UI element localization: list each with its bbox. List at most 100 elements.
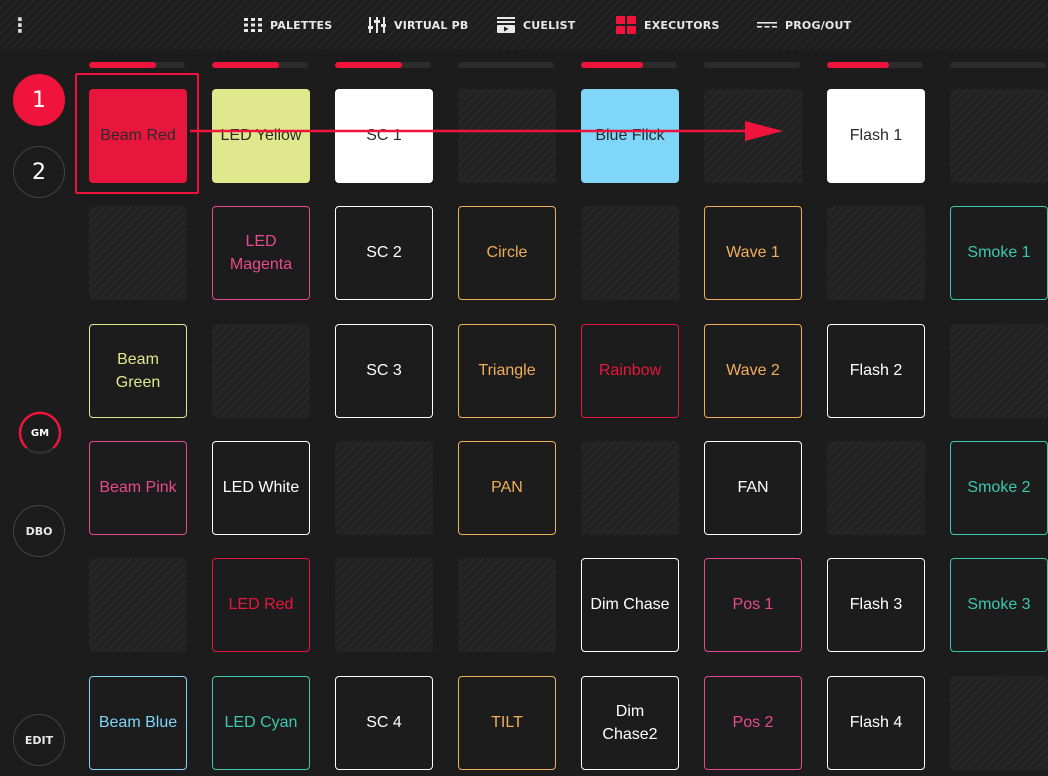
column-level-bar: [581, 62, 677, 68]
executor-pad-empty[interactable]: [950, 324, 1048, 418]
executor-pad[interactable]: SC 3: [335, 324, 433, 418]
executor-pad-label: FAN: [737, 479, 769, 497]
executor-pad-empty[interactable]: [704, 89, 802, 183]
executor-pad-label: SC 1: [366, 127, 402, 145]
executor-pad-empty[interactable]: [89, 206, 187, 300]
executor-pad[interactable]: Smoke 3: [950, 558, 1048, 652]
executor-pad[interactable]: Dim Chase: [581, 558, 679, 652]
executor-pad[interactable]: Triangle: [458, 324, 556, 418]
executor-pad[interactable]: Smoke 1: [950, 206, 1048, 300]
executor-pad-empty[interactable]: [950, 89, 1048, 183]
menu-icon[interactable]: ⋮: [0, 0, 40, 50]
executor-pad[interactable]: LED Magenta: [212, 206, 310, 300]
executor-pad[interactable]: LED Red: [212, 558, 310, 652]
executor-pad-label: Smoke 3: [967, 596, 1031, 614]
executor-pad[interactable]: Smoke 2: [950, 441, 1048, 535]
executor-pad[interactable]: Flash 1: [827, 89, 925, 183]
executor-pad-label: LED Cyan: [224, 714, 298, 732]
nav-executors-label: EXECUTORS: [644, 18, 720, 32]
nav-cuelist-label: CUELIST: [523, 18, 576, 32]
executor-pad-empty[interactable]: [581, 441, 679, 535]
executor-pad[interactable]: Flash 3: [827, 558, 925, 652]
executor-pad-label: Pos 1: [732, 596, 774, 614]
executor-pad-empty[interactable]: [212, 324, 310, 418]
faders-icon: [368, 17, 386, 33]
executor-pad-label: LED Red: [228, 596, 294, 614]
executor-pad[interactable]: Pos 2: [704, 676, 802, 770]
executor-pad-empty[interactable]: [950, 676, 1048, 770]
executor-pad-label: SC 3: [366, 362, 402, 380]
executor-pad-empty[interactable]: [827, 441, 925, 535]
column-level-fill: [212, 62, 280, 68]
nav-cuelist[interactable]: CUELIST: [497, 0, 575, 50]
executor-pad[interactable]: Beam Green: [89, 324, 187, 418]
executor-pad-empty[interactable]: [458, 89, 556, 183]
executor-pad-label: Flash 1: [849, 127, 903, 145]
nav-palettes[interactable]: PALETTES: [244, 0, 332, 50]
executor-pad[interactable]: Beam Pink: [89, 441, 187, 535]
executor-pad[interactable]: Dim Chase2: [581, 676, 679, 770]
nav-prog-out[interactable]: PROG/OUT: [757, 0, 851, 50]
executor-pad[interactable]: Blue Flick: [581, 89, 679, 183]
executor-pad[interactable]: LED White: [212, 441, 310, 535]
executor-pad[interactable]: FAN: [704, 441, 802, 535]
executor-pad-empty[interactable]: [581, 206, 679, 300]
executor-pad-empty[interactable]: [335, 441, 433, 535]
top-bar: ⋮ PALETTES VIRTUAL PB CUELIST EXECUTORS …: [0, 0, 1048, 50]
executor-pad-label: PAN: [491, 479, 523, 497]
executor-pad-label: LED Magenta: [229, 232, 293, 273]
column-level-bar: [458, 62, 554, 68]
executor-pad[interactable]: Flash 4: [827, 676, 925, 770]
executor-pad[interactable]: Beam Red: [89, 89, 187, 183]
executor-pad-label: Beam Pink: [99, 479, 177, 497]
nav-virtual-pb[interactable]: VIRTUAL PB: [368, 0, 468, 50]
executor-pad[interactable]: Wave 1: [704, 206, 802, 300]
nav-executors[interactable]: EXECUTORS: [616, 0, 720, 50]
executor-pad-label: Wave 2: [726, 362, 780, 380]
executor-pad-label: Blue Flick: [595, 127, 665, 145]
edit-button[interactable]: EDIT: [13, 714, 65, 766]
column-level-bar: [950, 62, 1046, 68]
executor-pad-label: Smoke 1: [967, 244, 1031, 262]
executor-pad-label: Beam Blue: [98, 714, 178, 732]
executor-pad-empty[interactable]: [827, 206, 925, 300]
executor-pad[interactable]: Rainbow: [581, 324, 679, 418]
executor-pad-label: LED Yellow: [220, 127, 302, 145]
executor-pad-label: Flash 4: [849, 714, 903, 732]
page-1-button[interactable]: 1: [13, 74, 65, 126]
executor-pad[interactable]: SC 4: [335, 676, 433, 770]
executor-pad[interactable]: LED Cyan: [212, 676, 310, 770]
column-level-fill: [581, 62, 644, 68]
page-2-button[interactable]: 2: [13, 146, 65, 198]
executor-pad[interactable]: TILT: [458, 676, 556, 770]
column-level-fill: [89, 62, 157, 68]
executor-pad[interactable]: PAN: [458, 441, 556, 535]
executor-pad-label: Smoke 2: [967, 479, 1031, 497]
executor-pad[interactable]: SC 2: [335, 206, 433, 300]
executor-pad[interactable]: Wave 2: [704, 324, 802, 418]
executor-pad-label: Triangle: [478, 362, 536, 380]
executor-pad-label: SC 2: [366, 244, 402, 262]
dbo-button[interactable]: DBO: [13, 505, 65, 557]
column-level-fill: [335, 62, 403, 68]
executor-pad[interactable]: Flash 2: [827, 324, 925, 418]
executor-pad-empty[interactable]: [89, 558, 187, 652]
prog-out-icon: [757, 20, 777, 30]
executor-pad-empty[interactable]: [458, 558, 556, 652]
executor-pad[interactable]: Circle: [458, 206, 556, 300]
executor-pad[interactable]: Beam Blue: [89, 676, 187, 770]
nav-palettes-label: PALETTES: [270, 18, 333, 32]
executor-pad-label: SC 4: [366, 714, 402, 732]
executors-icon: [616, 16, 636, 34]
executor-pad-label: Flash 3: [849, 596, 903, 614]
executor-pad-label: Beam Red: [100, 127, 176, 145]
executor-pad-label: Pos 2: [732, 714, 774, 732]
executor-pad-label: LED White: [222, 479, 300, 497]
executor-pad-empty[interactable]: [335, 558, 433, 652]
executor-pad[interactable]: Pos 1: [704, 558, 802, 652]
gm-label: GM: [30, 427, 50, 439]
executor-pad[interactable]: LED Yellow: [212, 89, 310, 183]
executor-pad[interactable]: SC 1: [335, 89, 433, 183]
executor-pad-label: Dim Chase: [590, 596, 670, 614]
executor-pad-label: Dim Chase2: [602, 702, 658, 743]
